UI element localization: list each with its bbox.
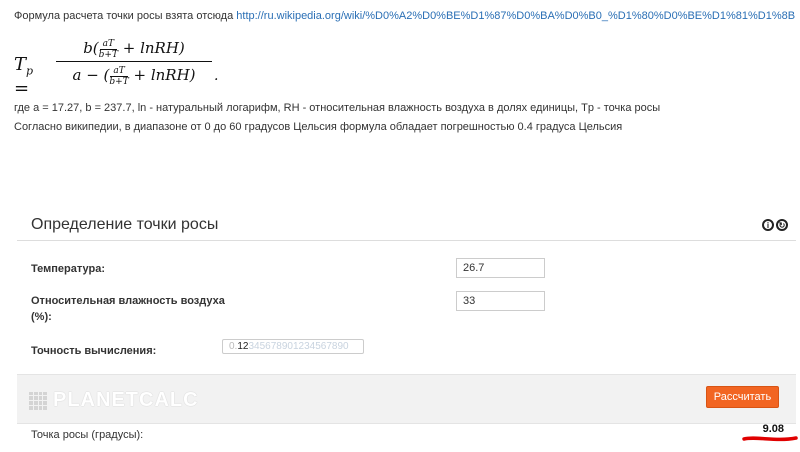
intro-label: Формула расчета точки росы взята отсюда [14, 10, 234, 22]
formula-lhs: Tp = [14, 54, 34, 99]
calculator-footer: PLANETCALC Рассчитать [17, 374, 796, 424]
temperature-label: Температура: [31, 263, 106, 275]
cc-sa-icon[interactable]: ↻ [776, 219, 788, 231]
dew-point-calculator: Определение точки росы i ↻ Температура: … [17, 204, 796, 452]
precision-slider[interactable]: 0.12345678901234567890 [222, 339, 364, 354]
planetcalc-grid-icon [29, 391, 47, 410]
accuracy-note: Согласно википедии, в диапазоне от 0 до … [14, 121, 623, 133]
result-label: Точка росы (градусы): [31, 429, 144, 441]
formula-denominator: a − (aT b+T + lnRH) [72, 65, 196, 87]
red-underline-annotation [742, 436, 798, 442]
planetcalc-logo: PLANETCALC [29, 389, 199, 412]
formula-numerator: b(aT b+T + lnRH) [83, 38, 185, 60]
formula-fraction: b(aT b+T + lnRH) a − (aT b+T + lnRH) [56, 36, 212, 87]
wikipedia-link[interactable]: http://ru.wikipedia.org/wiki/%D0%A2%D0%B… [236, 10, 795, 22]
license-icons[interactable]: i ↻ [762, 219, 788, 231]
formula-period: . [214, 68, 219, 84]
precision-label: Точность вычисления: [31, 345, 157, 357]
intro-text: Формула расчета точки росы взята отсюда … [14, 10, 795, 22]
formula-description: где a = 17.27, b = 237.7, ln - натуральн… [14, 102, 661, 114]
calculator-header: Определение точки росы i ↻ [17, 204, 796, 241]
planetcalc-logo-text: PLANETCALC [53, 389, 199, 411]
cc-by-icon[interactable]: i [762, 219, 774, 231]
calculate-button[interactable]: Рассчитать [706, 386, 779, 408]
calculator-title: Определение точки росы [31, 216, 219, 233]
formula-fraction-bar [56, 61, 212, 62]
humidity-input[interactable] [456, 291, 545, 311]
humidity-label: Относительная влажность воздуха (%): [31, 295, 225, 323]
temperature-input[interactable] [456, 258, 545, 278]
